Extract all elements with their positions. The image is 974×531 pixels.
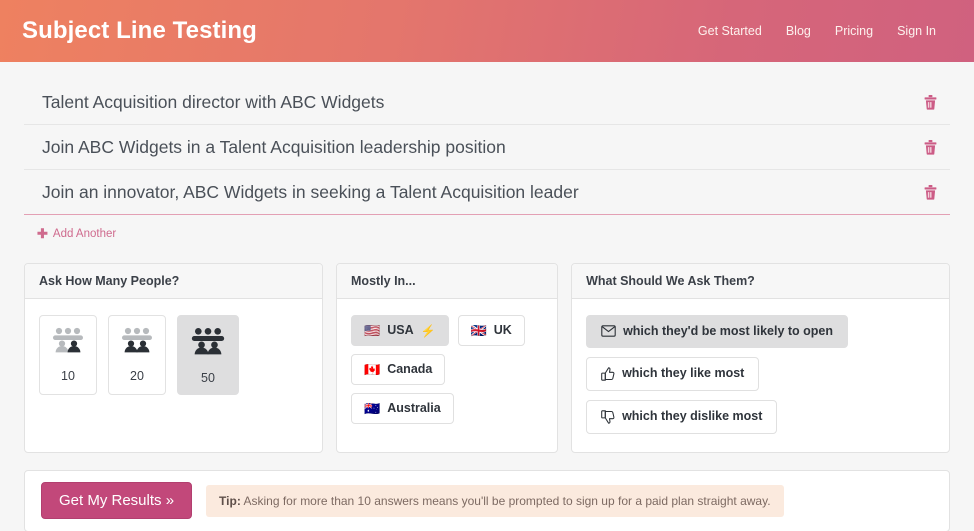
subject-line-input[interactable] — [24, 80, 910, 124]
question-label: which they'd be most likely to open — [623, 324, 834, 338]
subject-line-row — [24, 125, 950, 170]
country-option-usa[interactable]: 🇺🇸 USA ⚡ — [351, 315, 449, 346]
people-count-option-50[interactable]: 50 — [177, 315, 239, 395]
flag-usa-icon: 🇺🇸 — [364, 323, 381, 338]
flag-canada-icon: 🇨🇦 — [364, 362, 381, 377]
nav-get-started[interactable]: Get Started — [698, 24, 762, 38]
subject-line-input[interactable] — [24, 125, 910, 169]
question-label: which they dislike most — [622, 409, 763, 424]
question-label: which they like most — [622, 366, 745, 381]
country-option-canada[interactable]: 🇨🇦 Canada — [351, 354, 446, 385]
delete-subject-line-button[interactable] — [910, 170, 950, 214]
thumbs-down-icon — [601, 409, 615, 424]
plus-icon: ✚ — [37, 226, 48, 241]
brand-title: Subject Line Testing — [22, 17, 257, 44]
panel-mostly-in: Mostly In... 🇺🇸 USA ⚡ 🇬🇧 UK 🇨🇦 Canada 🇦🇺… — [336, 263, 559, 453]
people-count-label: 10 — [61, 369, 75, 383]
tip-message: Tip: Asking for more than 10 answers mea… — [206, 484, 784, 517]
panel-title-country: Mostly In... — [337, 264, 558, 299]
people-count-option-20[interactable]: 20 — [108, 315, 166, 395]
flag-australia-icon: 🇦🇺 — [364, 401, 381, 416]
country-label: Australia — [387, 401, 441, 416]
people-group-icon — [120, 327, 154, 358]
people-count-label: 20 — [130, 369, 144, 383]
envelope-icon — [601, 325, 616, 337]
delete-subject-line-button[interactable] — [910, 80, 950, 124]
panel-title-question: What Should We Ask Them? — [572, 264, 949, 299]
panel-what-should-we-ask: What Should We Ask Them? which they'd be… — [571, 263, 950, 453]
subject-line-input[interactable] — [24, 170, 910, 214]
nav-blog[interactable]: Blog — [786, 24, 811, 38]
question-option-group: which they'd be most likely to open whic… — [586, 315, 935, 434]
country-label: Canada — [387, 362, 433, 377]
thumbs-up-icon — [601, 366, 615, 381]
country-label: USA — [387, 323, 414, 338]
options-panels: Ask How Many People? 10 20 50 Mostly In.… — [24, 263, 950, 453]
trash-icon — [924, 139, 937, 155]
nav-pricing[interactable]: Pricing — [835, 24, 873, 38]
panel-title-people: Ask How Many People? — [25, 264, 323, 299]
subject-line-row — [24, 170, 950, 215]
people-count-label: 50 — [201, 371, 215, 385]
flag-uk-icon: 🇬🇧 — [470, 323, 487, 338]
country-option-uk[interactable]: 🇬🇧 UK — [457, 315, 525, 346]
question-option-most-likely-to-open[interactable]: which they'd be most likely to open — [586, 315, 849, 348]
people-count-option-10[interactable]: 10 — [39, 315, 97, 395]
people-group-icon — [51, 327, 85, 358]
subject-line-list: ✚ Add Another — [24, 62, 950, 243]
site-header: Subject Line Testing Get Started Blog Pr… — [0, 0, 974, 62]
question-option-dislike-most[interactable]: which they dislike most — [586, 399, 778, 434]
people-count-group: 10 20 50 — [39, 315, 308, 395]
subject-line-row — [24, 80, 950, 125]
country-option-australia[interactable]: 🇦🇺 Australia — [351, 393, 454, 424]
people-group-icon — [189, 327, 227, 360]
delete-subject-line-button[interactable] — [910, 125, 950, 169]
results-card: Get My Results » Tip: Asking for more th… — [24, 469, 950, 531]
trash-icon — [924, 184, 937, 200]
tip-label: Tip: — [219, 493, 241, 508]
panel-ask-how-many: Ask How Many People? 10 20 50 — [24, 263, 324, 453]
country-label: UK — [493, 323, 512, 338]
get-my-results-button[interactable]: Get My Results » — [41, 482, 193, 519]
page-content: ✚ Add Another Ask How Many People? — [0, 62, 974, 531]
nav-sign-in[interactable]: Sign In — [897, 24, 936, 38]
country-option-group: 🇺🇸 USA ⚡ 🇬🇧 UK 🇨🇦 Canada 🇦🇺 Australia — [351, 315, 543, 424]
add-another-link[interactable]: ✚ Add Another — [37, 227, 116, 240]
lightning-bolt-icon: ⚡ — [420, 323, 436, 338]
main-nav: Get Started Blog Pricing Sign In — [698, 24, 936, 38]
tip-text: Asking for more than 10 answers means yo… — [240, 493, 771, 508]
question-option-like-most[interactable]: which they like most — [586, 356, 760, 391]
add-another-label: Add Another — [52, 227, 117, 240]
trash-icon — [924, 94, 937, 110]
